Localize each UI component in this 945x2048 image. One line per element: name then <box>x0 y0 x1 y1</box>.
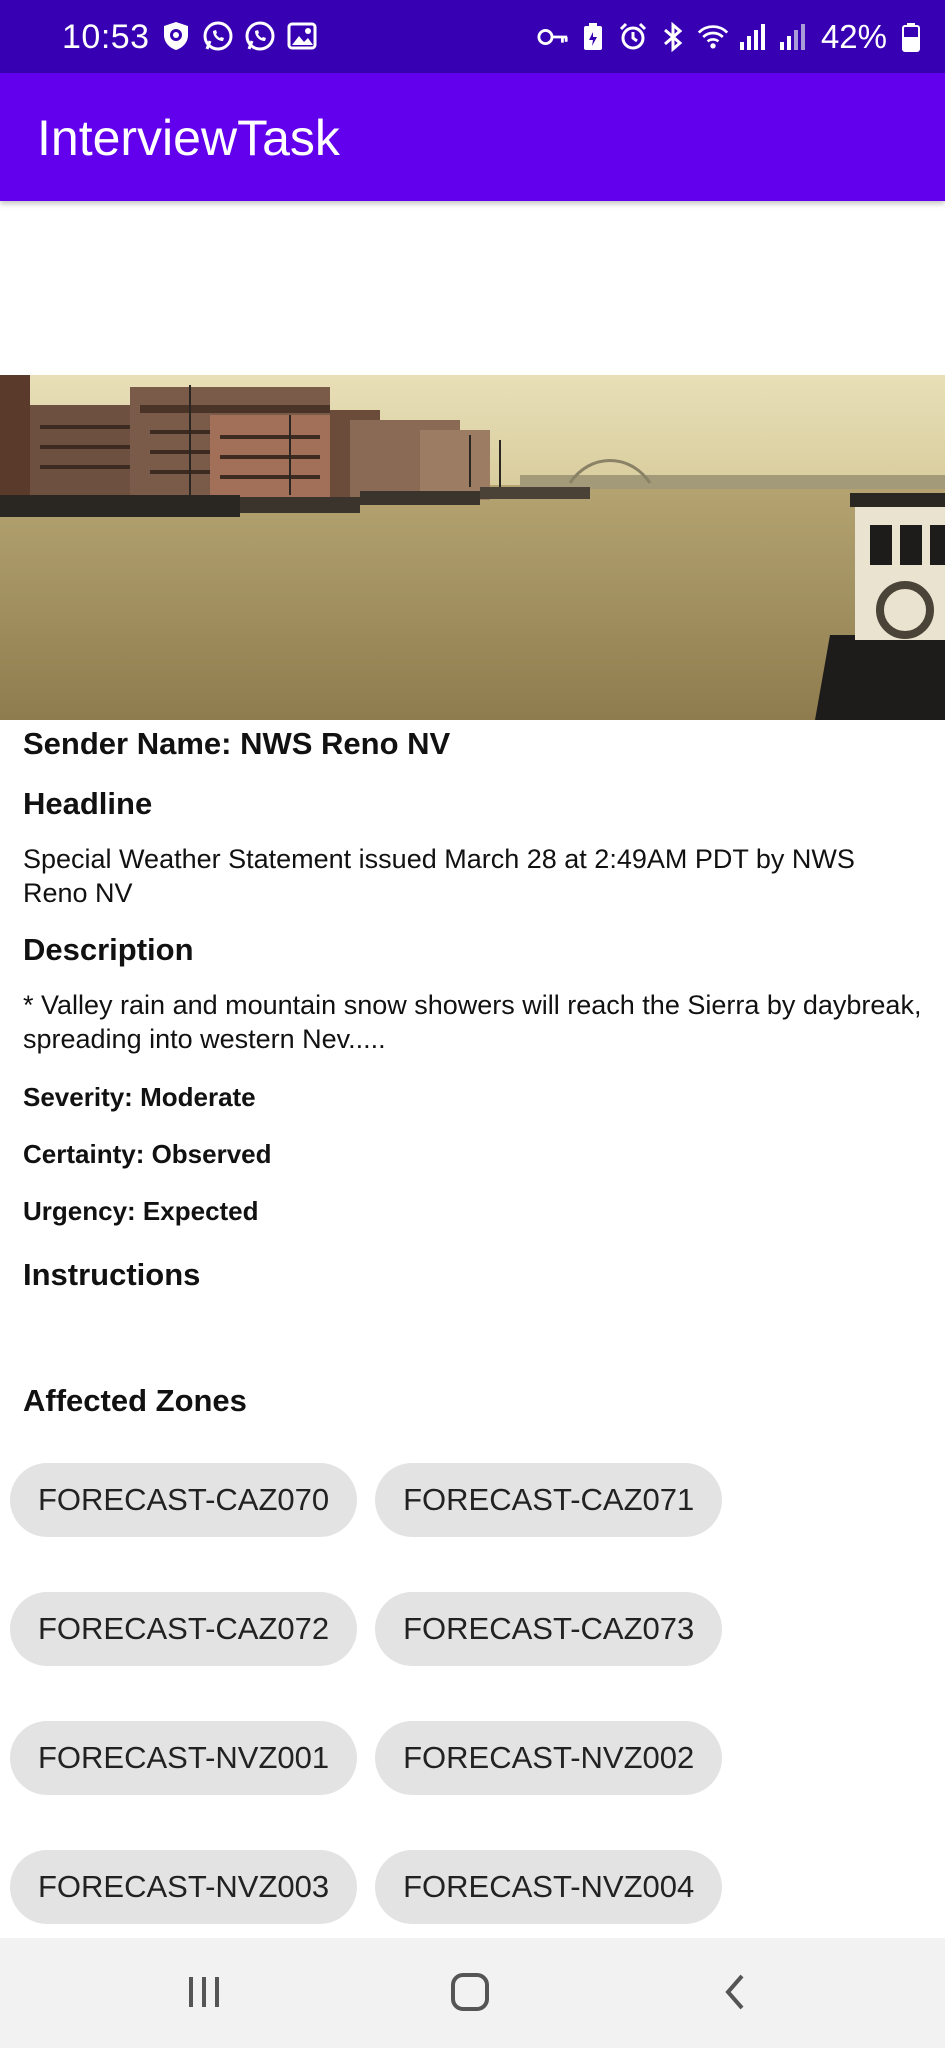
battery-percent: 42% <box>820 18 887 55</box>
zone-chip[interactable]: FORECAST-NVZ001 <box>10 1721 358 1795</box>
headline-label: Headline <box>23 786 153 821</box>
chip-row: FORECAST-NVZ001 FORECAST-NVZ002 <box>10 1721 940 1795</box>
whatsapp-icon <box>244 20 276 52</box>
severity-text: Severity: Moderate <box>23 1082 256 1112</box>
headline-text: Special Weather Statement issued March 2… <box>23 844 855 908</box>
zone-chip[interactable]: FORECAST-CAZ070 <box>10 1463 358 1537</box>
vpn-shield-icon <box>160 20 192 52</box>
zone-chip[interactable]: FORECAST-NVZ004 <box>375 1850 723 1924</box>
zone-chip[interactable]: FORECAST-NVZ003 <box>10 1850 358 1924</box>
urgency-text: Urgency: Expected <box>23 1196 259 1226</box>
description-text: * Valley rain and mountain snow showers … <box>23 990 922 1054</box>
zone-chip[interactable]: FORECAST-CAZ072 <box>10 1592 358 1666</box>
navigation-bar <box>0 1938 945 2048</box>
sender-name: Sender Name: NWS Reno NV <box>23 726 451 761</box>
zone-chip[interactable]: FORECAST-CAZ071 <box>375 1463 723 1537</box>
whatsapp-icon <box>202 20 234 52</box>
app-title: InterviewTask <box>37 110 340 166</box>
key-icon <box>537 21 569 53</box>
wifi-icon <box>697 21 729 53</box>
alarm-icon <box>617 21 649 53</box>
gallery-icon <box>286 20 318 52</box>
back-button[interactable] <box>705 1966 765 2022</box>
battery-icon <box>895 21 927 53</box>
chip-row: FORECAST-NVZ003 FORECAST-NVZ004 <box>10 1850 940 1924</box>
certainty-text: Certainty: Observed <box>23 1139 272 1169</box>
chip-row: FORECAST-CAZ070 FORECAST-CAZ071 <box>10 1463 940 1537</box>
zone-chip[interactable]: FORECAST-NVZ002 <box>375 1721 723 1795</box>
alert-details: Sender Name: NWS Reno NV Headline Specia… <box>23 720 923 1419</box>
chip-row: FORECAST-CAZ072 FORECAST-CAZ073 <box>10 1592 940 1666</box>
status-time: 10:53 <box>62 18 150 56</box>
app-bar: InterviewTask <box>0 73 945 201</box>
notification-icons <box>160 20 318 52</box>
recents-icon <box>186 1974 222 2015</box>
home-button[interactable] <box>440 1966 500 2022</box>
back-icon <box>720 1972 750 2017</box>
instructions-label: Instructions <box>23 1257 201 1292</box>
battery-saver-icon <box>577 21 609 53</box>
affected-zones-label: Affected Zones <box>23 1383 247 1418</box>
bluetooth-icon <box>657 21 689 53</box>
home-icon <box>450 1972 490 2017</box>
status-bar: 10:53 42% <box>0 0 945 73</box>
hero-image <box>0 375 945 720</box>
system-icons: 42% <box>537 18 927 56</box>
zone-chip-group: FORECAST-CAZ070 FORECAST-CAZ071 FORECAST… <box>10 1463 940 1979</box>
signal-icon <box>737 21 769 53</box>
signal-icon <box>777 21 809 53</box>
description-label: Description <box>23 932 194 967</box>
zone-chip[interactable]: FORECAST-CAZ073 <box>375 1592 723 1666</box>
recents-button[interactable] <box>174 1966 234 2022</box>
